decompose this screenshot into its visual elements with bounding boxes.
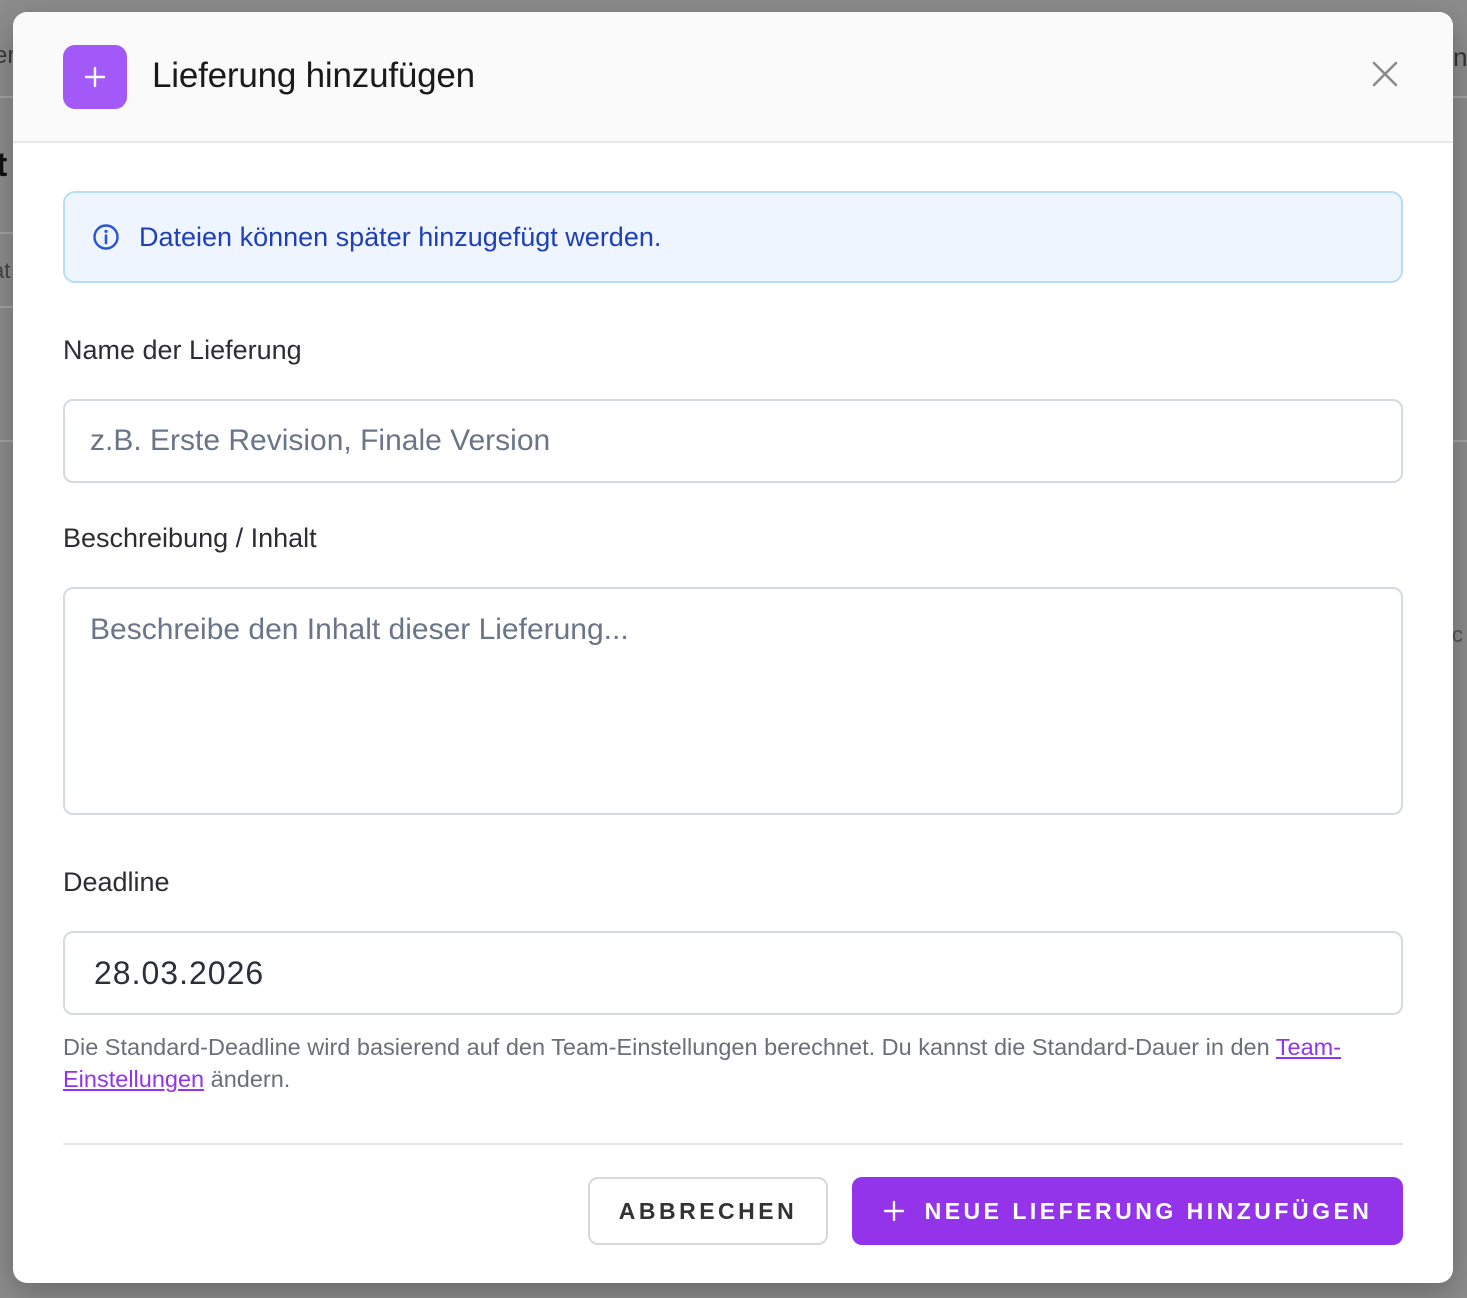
description-textarea[interactable] <box>63 587 1403 815</box>
add-delivery-dialog: Lieferung hinzufügen Dateien können spät… <box>13 12 1453 1283</box>
cancel-button[interactable]: ABBRECHEN <box>588 1177 828 1245</box>
background-text-fragment: t <box>0 146 8 184</box>
deadline-helper-text: Die Standard-Deadline wird basierend auf… <box>63 1031 1403 1095</box>
helper-text-before: Die Standard-Deadline wird basierend auf… <box>63 1034 1276 1060</box>
background-divider <box>0 232 13 234</box>
plus-icon <box>63 45 127 109</box>
close-icon <box>1370 59 1400 94</box>
dialog-body: Dateien können später hinzugefügt werden… <box>63 191 1403 1245</box>
background-text-fragment: at <box>0 258 11 283</box>
plus-icon <box>883 1200 905 1222</box>
info-text: Dateien können später hinzugefügt werden… <box>139 221 662 252</box>
deadline-date-input[interactable]: 28.03.2026 <box>63 931 1403 1015</box>
dialog-header: Lieferung hinzufügen <box>13 12 1453 143</box>
name-label: Name der Lieferung <box>63 335 302 365</box>
background-text-fragment: c <box>1452 622 1463 647</box>
delivery-name-input[interactable] <box>63 399 1403 483</box>
background-divider <box>0 306 13 308</box>
background-divider <box>1453 96 1467 98</box>
footer-divider <box>63 1143 1403 1145</box>
info-icon <box>91 222 121 252</box>
background-divider <box>1453 440 1467 442</box>
info-banner: Dateien können später hinzugefügt werden… <box>63 191 1403 283</box>
description-label: Beschreibung / Inhalt <box>63 523 317 553</box>
dialog-title: Lieferung hinzufügen <box>152 56 475 95</box>
close-button[interactable] <box>1365 56 1405 96</box>
background-text-fragment: n <box>1453 42 1467 72</box>
helper-text-after: ändern. <box>204 1066 291 1092</box>
deadline-value: 28.03.2026 <box>94 954 265 991</box>
add-delivery-button[interactable]: NEUE LIEFERUNG HINZUFÜGEN <box>852 1177 1403 1245</box>
deadline-label: Deadline <box>63 867 170 897</box>
add-delivery-label: NEUE LIEFERUNG HINZUFÜGEN <box>924 1197 1373 1224</box>
background-divider <box>0 440 13 442</box>
background-divider <box>0 96 13 98</box>
